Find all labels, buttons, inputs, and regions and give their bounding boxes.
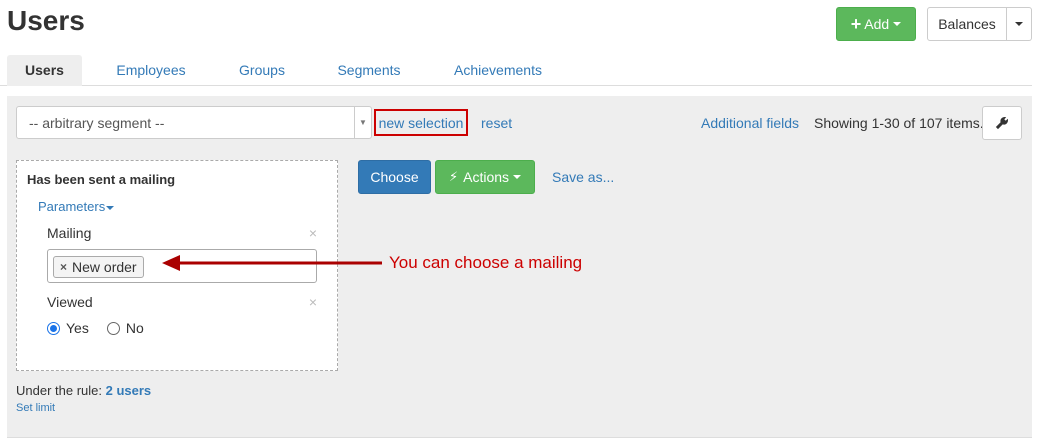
balances-button-group: Balances: [927, 7, 1032, 41]
viewed-no-label: No: [125, 320, 144, 336]
rule-prefix: Under the rule:: [16, 383, 102, 398]
tab-bar: Users Employees Groups Segments Achievem…: [0, 55, 1032, 86]
plus-icon: +: [850, 14, 862, 34]
mailing-label: Mailing: [47, 225, 92, 241]
page-title: Users: [7, 5, 85, 36]
balances-dropdown-toggle[interactable]: [1007, 7, 1032, 41]
viewed-label: Viewed: [47, 294, 93, 310]
chevron-down-icon: [1015, 22, 1023, 26]
tab-users[interactable]: Users: [7, 55, 82, 86]
remove-tag-icon[interactable]: ×: [60, 260, 67, 274]
viewed-yes-label: Yes: [66, 320, 89, 336]
reset-link[interactable]: reset: [481, 115, 512, 131]
tab-segments[interactable]: Segments: [331, 55, 407, 86]
new-selection-highlight: new selection: [374, 109, 468, 136]
mailing-tag: × New order: [53, 256, 144, 278]
choose-button[interactable]: Choose: [358, 160, 431, 194]
rule-user-count[interactable]: 2 users: [106, 383, 152, 398]
tab-groups[interactable]: Groups: [232, 55, 292, 86]
pagination-summary: Showing 1-30 of 107 items.: [814, 115, 984, 131]
rule-summary: Under the rule: 2 users: [16, 383, 151, 398]
add-button[interactable]: + Add: [836, 7, 916, 41]
chevron-down-icon: [106, 205, 115, 210]
dropdown-arrow-icon: ▼: [354, 107, 371, 138]
settings-button[interactable]: [982, 106, 1022, 140]
segment-select[interactable]: -- arbitrary segment -- ▼: [16, 106, 372, 139]
tab-achievements[interactable]: Achievements: [447, 55, 549, 86]
add-button-label: Add: [864, 16, 890, 32]
lightning-icon: ⚡: [448, 169, 459, 184]
wrench-icon: [995, 117, 1008, 130]
set-limit-link[interactable]: Set limit: [16, 402, 55, 414]
segment-select-value: -- arbitrary segment --: [29, 115, 165, 131]
chevron-down-icon: [513, 175, 522, 179]
viewed-no-radio[interactable]: [106, 321, 120, 335]
annotation-arrow: [162, 255, 382, 271]
balances-button[interactable]: Balances: [927, 7, 1007, 41]
remove-mailing-icon[interactable]: ×: [309, 225, 317, 241]
filter-title: Has been sent a mailing: [27, 172, 176, 187]
additional-fields-link[interactable]: Additional fields: [701, 115, 799, 131]
new-selection-link[interactable]: new selection: [379, 115, 464, 131]
mailing-tag-label: New order: [72, 259, 137, 275]
save-as-link[interactable]: Save as...: [552, 169, 614, 185]
viewed-radio-group: Yes No: [47, 320, 144, 336]
remove-viewed-icon[interactable]: ×: [309, 294, 317, 310]
annotation-text: You can choose a mailing: [389, 253, 583, 272]
tab-employees[interactable]: Employees: [108, 55, 194, 86]
viewed-yes-radio[interactable]: [47, 321, 60, 335]
chevron-down-icon: [893, 22, 902, 26]
actions-button[interactable]: ⚡ Actions: [435, 160, 535, 194]
parameters-label: Parameters: [38, 199, 106, 214]
actions-button-label: Actions: [463, 169, 510, 185]
parameters-dropdown[interactable]: Parameters: [38, 199, 115, 214]
